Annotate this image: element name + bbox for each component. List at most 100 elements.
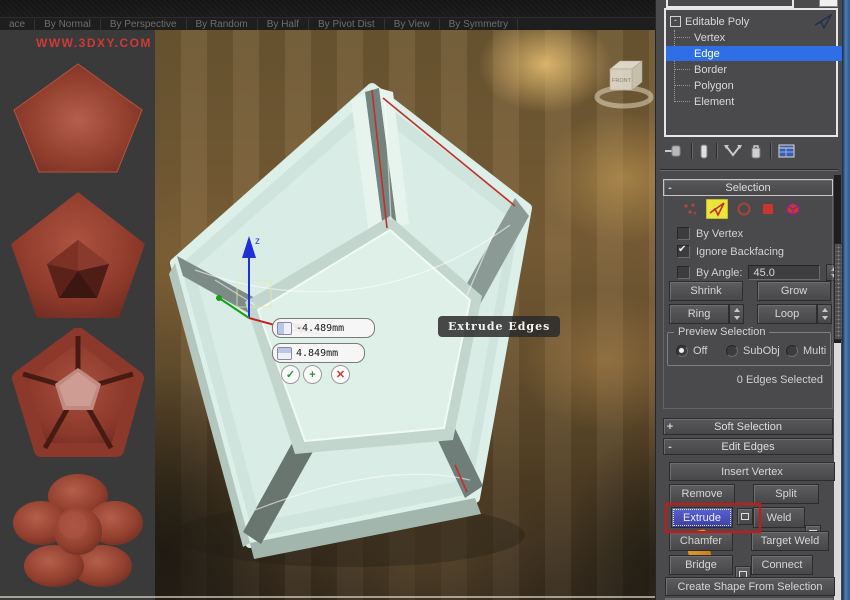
stack-item-label: Polygon — [694, 80, 734, 92]
border-subobject-icon[interactable] — [736, 201, 752, 217]
modifier-stack-list: - Editable Poly Vertex Edge Border P — [664, 8, 838, 137]
modifier-list-dropdown-partial[interactable] — [666, 0, 794, 8]
stack-item-element[interactable]: Element — [666, 94, 850, 109]
3dsmax-window: ace By Normal By Perspective By Random B… — [0, 0, 850, 600]
stack-item-vertex[interactable]: Vertex — [666, 30, 850, 45]
extrude-height-field[interactable]: -4.489mm — [272, 318, 375, 338]
toolbar-item-face[interactable]: ace — [0, 19, 35, 30]
ring-button[interactable]: Ring — [669, 304, 729, 324]
extrude-width-icon — [277, 347, 292, 360]
toolbar-item-by-random[interactable]: By Random — [187, 19, 258, 30]
stack-item-polygon[interactable]: Polygon — [666, 78, 850, 93]
edge-subobject-icon-active[interactable] — [706, 199, 728, 219]
thumbnail-pentagon-chamfered — [7, 328, 149, 463]
panel-divider — [660, 169, 838, 170]
command-panel: - Editable Poly Vertex Edge Border P — [655, 0, 844, 600]
pin-stack-icon[interactable] — [664, 144, 684, 158]
ignore-backfacing-label: Ignore Backfacing — [696, 246, 784, 258]
configure-modifier-sets-icon[interactable] — [778, 144, 795, 158]
preview-option-off[interactable]: Off — [676, 345, 707, 357]
remove-modifier-icon[interactable] — [749, 144, 763, 159]
by-angle-checkbox[interactable] — [677, 266, 690, 279]
shrink-button[interactable]: Shrink — [669, 281, 743, 301]
loop-spinner[interactable] — [817, 304, 832, 324]
stack-item-label: Editable Poly — [685, 16, 749, 28]
stack-item-label: Border — [694, 64, 727, 76]
collapse-icon: - — [664, 182, 676, 194]
stack-item-label: Element — [694, 96, 734, 108]
target-weld-button[interactable]: Target Weld — [751, 531, 829, 551]
extrude-settings-button[interactable] — [737, 508, 753, 525]
preview-selection-group: Preview Selection Off SubObj Multi — [667, 332, 831, 366]
element-subobject-icon[interactable] — [784, 201, 802, 217]
preview-selection-title: Preview Selection — [674, 326, 769, 338]
vertex-subobject-icon[interactable] — [682, 201, 698, 217]
radio-off[interactable] — [676, 345, 688, 357]
collapse-box-icon[interactable]: - — [670, 16, 681, 27]
toolbar-item-by-perspective[interactable]: By Perspective — [101, 19, 187, 30]
stack-item-editable-poly[interactable]: - Editable Poly — [666, 14, 836, 29]
rollout-title: Selection — [676, 182, 832, 194]
ring-spinner[interactable] — [729, 304, 744, 324]
ignore-backfacing-row: Ignore Backfacing — [677, 245, 784, 258]
thumbnail-pentagon-puffy — [7, 468, 149, 596]
radio-subobj[interactable] — [726, 345, 738, 357]
extrude-height-icon — [277, 322, 292, 335]
desktop-edge-strip — [842, 0, 850, 600]
toolbar-item-by-half[interactable]: By Half — [258, 19, 309, 30]
rollout-title: Edit Edges — [676, 441, 832, 453]
viewcube[interactable]: FRONT — [593, 52, 655, 110]
ignore-backfacing-checkbox[interactable] — [677, 245, 690, 258]
loop-button[interactable]: Loop — [757, 304, 817, 324]
toolbar-item-by-pivot-dist[interactable]: By Pivot Dist — [309, 19, 385, 30]
chamfer-button[interactable]: Chamfer — [669, 531, 733, 551]
rollout-edit-edges[interactable]: - Edit Edges — [663, 438, 833, 455]
toolbar-item-by-normal[interactable]: By Normal — [35, 19, 101, 30]
toolbar-item-by-view[interactable]: By View — [385, 19, 440, 30]
by-angle-input[interactable]: 45.0 — [748, 265, 820, 280]
by-angle-row: By Angle: 45.0 — [677, 264, 841, 281]
selection-method-toolbar: ace By Normal By Perspective By Random B… — [0, 17, 655, 31]
by-vertex-checkbox[interactable] — [677, 227, 690, 240]
polygon-subobject-icon[interactable] — [760, 201, 776, 217]
preview-option-multi[interactable]: Multi — [786, 345, 826, 357]
stack-item-edge[interactable]: Edge — [666, 46, 850, 61]
svg-text:FRONT: FRONT — [612, 78, 632, 84]
show-end-result-icon — [814, 14, 832, 29]
create-shape-button[interactable]: Create Shape From Selection — [665, 577, 835, 596]
by-vertex-row: By Vertex — [677, 227, 743, 240]
radio-off-label: Off — [693, 345, 707, 357]
stack-item-label: Vertex — [694, 32, 725, 44]
caddy-apply-button[interactable]: + — [303, 365, 322, 384]
thumbnail-pentagon-flat — [7, 58, 149, 173]
show-end-result-toggle-icon[interactable] — [699, 144, 709, 159]
perspective-viewport[interactable]: FRONT z Extrude Edges -4.489mm 4.849mm ✓… — [155, 30, 655, 600]
bridge-button[interactable]: Bridge — [669, 555, 733, 575]
rollout-selection-header[interactable]: - Selection — [663, 179, 833, 196]
make-unique-icon[interactable] — [724, 144, 742, 158]
panel-corner-partial — [819, 0, 838, 7]
panel-scrollbar-track-lower[interactable] — [834, 343, 841, 600]
preview-option-subobj[interactable]: SubObj — [726, 345, 780, 357]
by-angle-value: 45.0 — [753, 267, 774, 279]
svg-text:z: z — [255, 236, 260, 247]
radio-multi[interactable] — [786, 345, 798, 357]
stack-item-label: Edge — [694, 48, 720, 60]
radio-subobj-label: SubObj — [743, 345, 780, 357]
stack-item-border[interactable]: Border — [666, 62, 850, 77]
connect-button[interactable]: Connect — [751, 555, 813, 575]
extrude-width-field[interactable]: 4.849mm — [272, 343, 365, 363]
caddy-ok-button[interactable]: ✓ — [281, 365, 300, 384]
insert-vertex-button[interactable]: Insert Vertex — [669, 462, 835, 481]
by-angle-label: By Angle: — [696, 267, 742, 279]
grow-button[interactable]: Grow — [757, 281, 831, 301]
caddy-cancel-button[interactable]: ✕ — [331, 365, 350, 384]
extrude-button[interactable]: Extrude — [671, 507, 733, 528]
remove-button[interactable]: Remove — [669, 484, 735, 504]
thumbnail-pentagon-inset — [7, 188, 149, 321]
rollout-soft-selection[interactable]: + Soft Selection — [663, 418, 833, 435]
toolbar-item-by-symmetry[interactable]: By Symmetry — [440, 19, 518, 30]
split-button[interactable]: Split — [753, 484, 819, 504]
caddy-title: Extrude Edges — [438, 316, 560, 337]
expand-icon: + — [664, 421, 676, 433]
